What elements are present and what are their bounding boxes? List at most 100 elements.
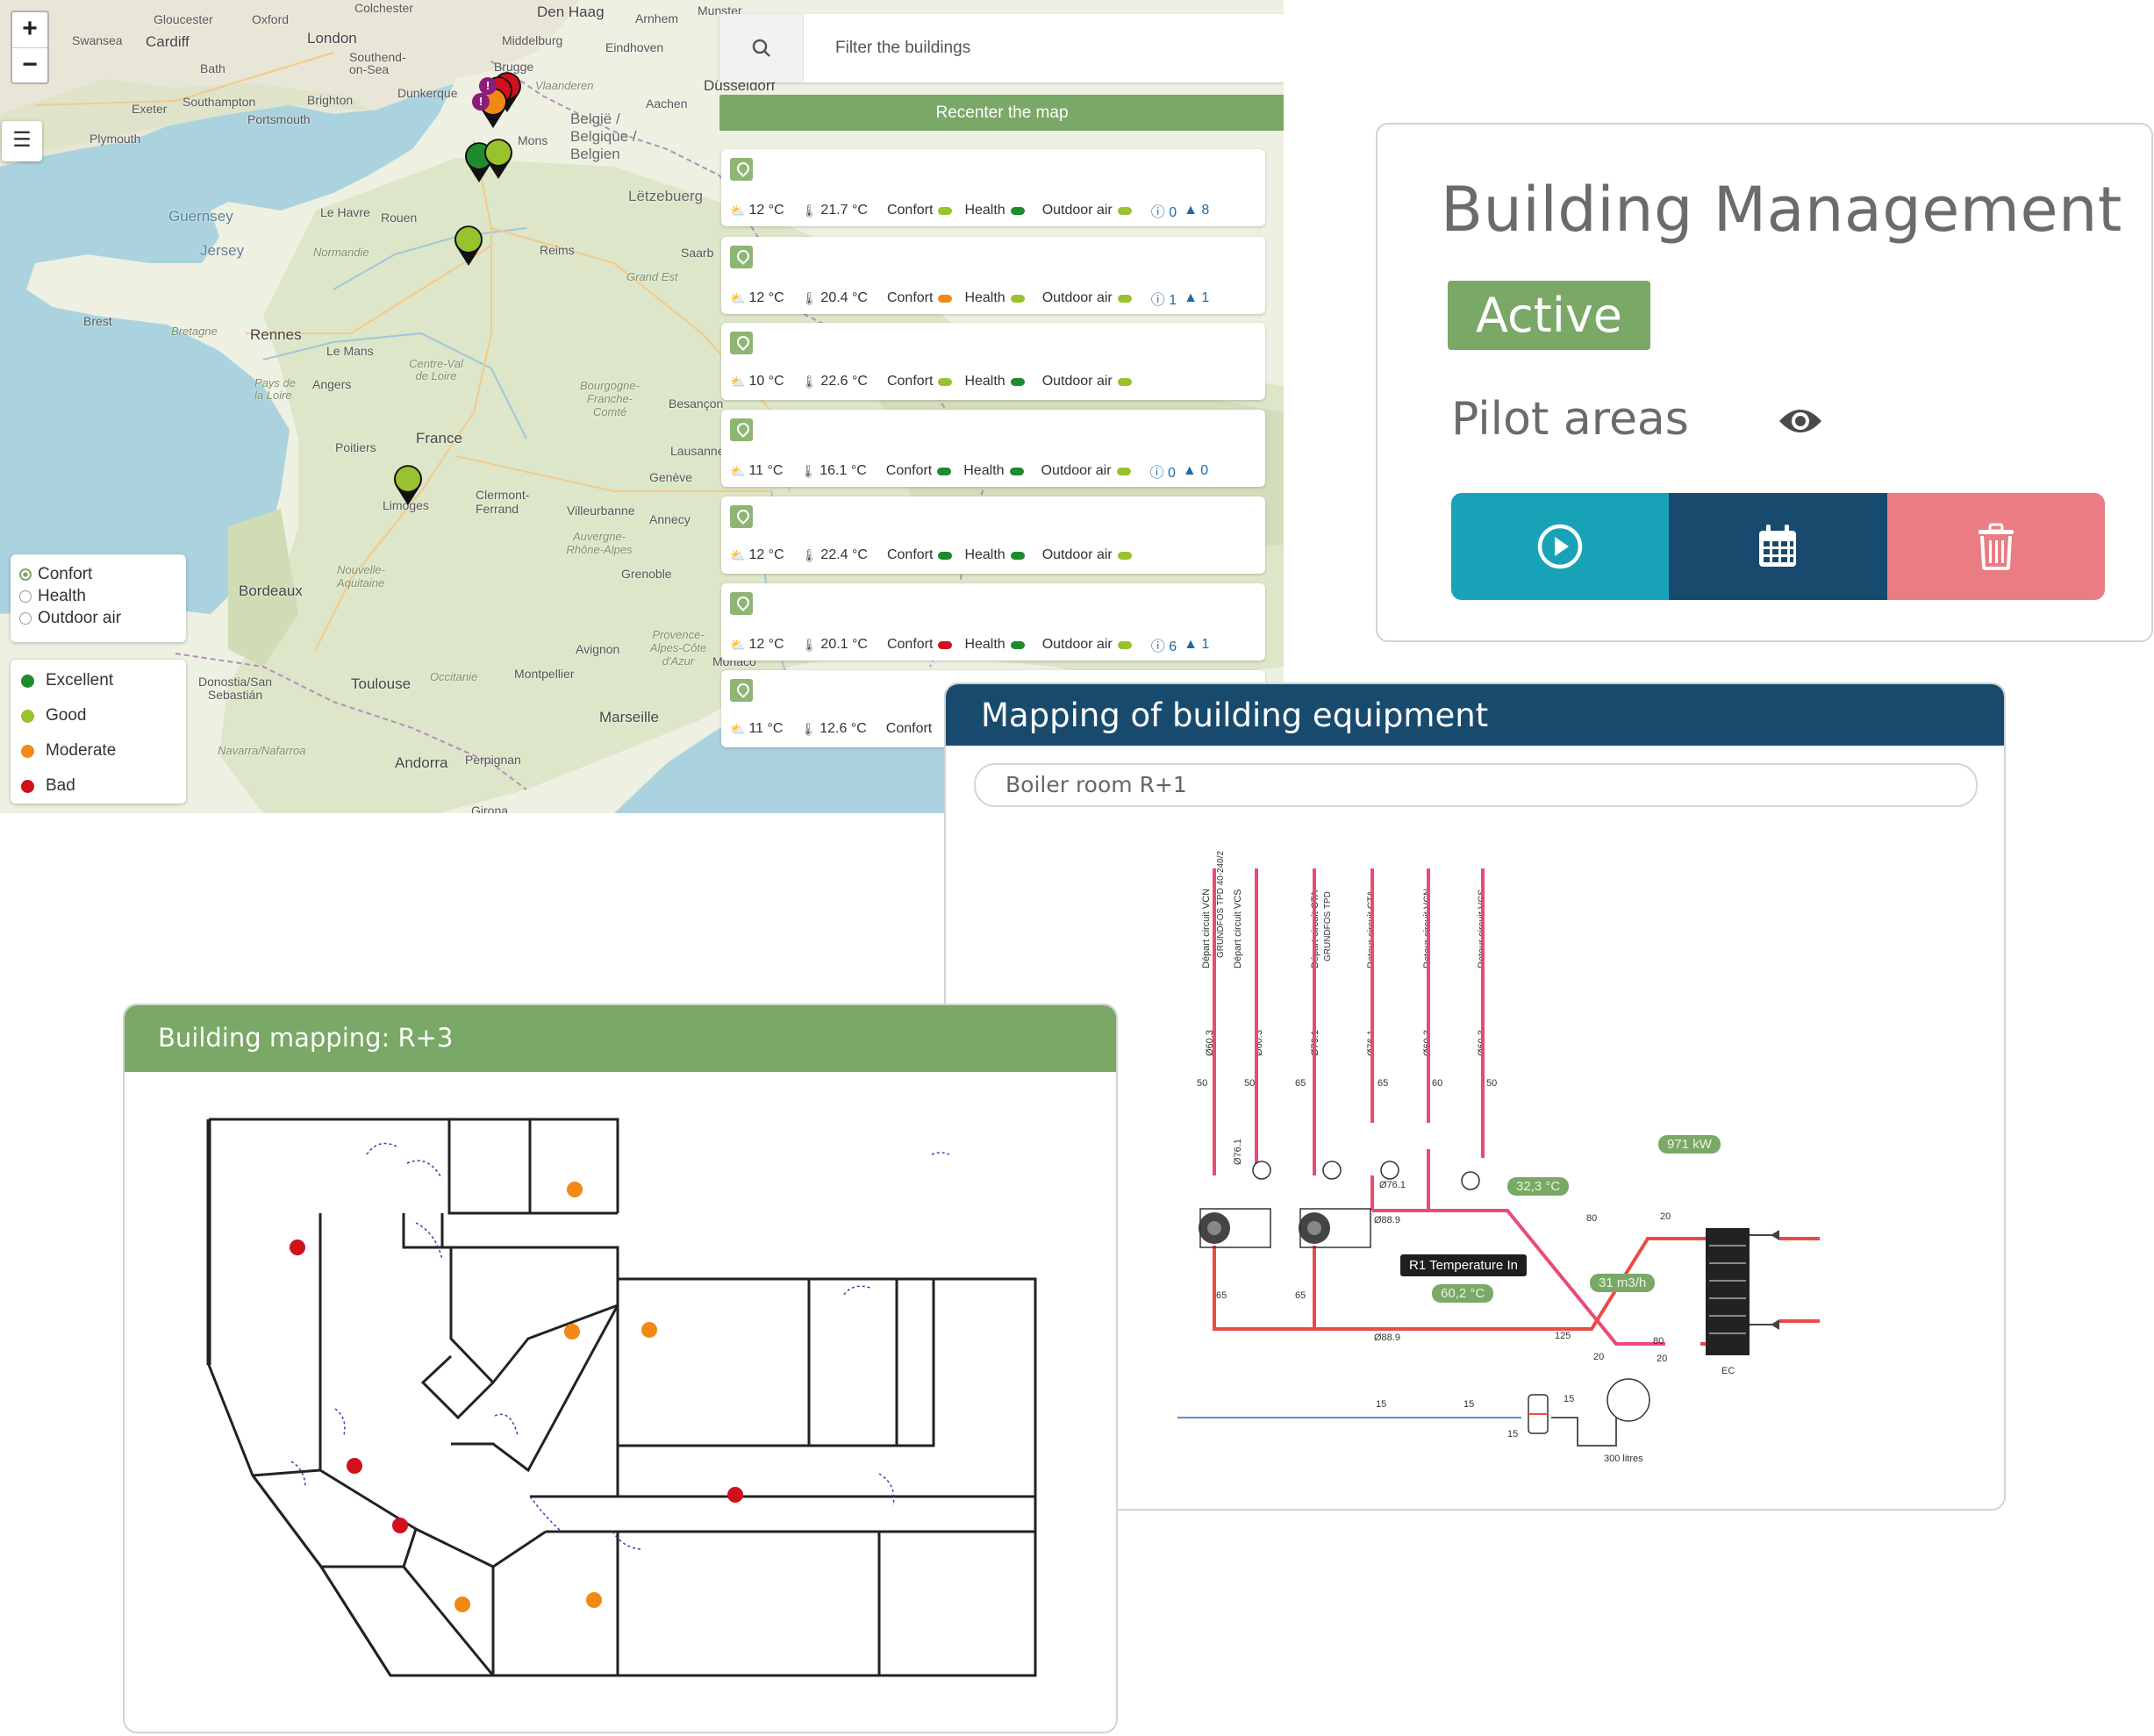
room-sensor-dot[interactable] bbox=[727, 1487, 743, 1503]
alert-marker-icon[interactable]: ! bbox=[472, 93, 490, 111]
map-label: Middelburg bbox=[502, 33, 563, 47]
warning-alert-icon[interactable]: ▲ 8 bbox=[1184, 203, 1209, 218]
delete-button[interactable] bbox=[1886, 493, 2105, 600]
map-label: Reims bbox=[540, 243, 575, 257]
pipe-label: GRUNDFOS TPD bbox=[1323, 891, 1333, 961]
location-pin-icon bbox=[730, 246, 753, 268]
search-input[interactable]: Filter the buildings bbox=[835, 39, 970, 58]
air-status-pill bbox=[1117, 206, 1132, 215]
building-filter[interactable]: Filter the buildings bbox=[719, 14, 1284, 82]
pipe-value: Ø76.1 bbox=[1379, 1180, 1406, 1190]
air-status-pill bbox=[1117, 377, 1132, 386]
building-card[interactable]: ⛅ 10 °C 🌡 22.6 °C Confort Health Outdoor air bbox=[721, 323, 1265, 400]
pipe-label: Départ circuit VCS bbox=[1233, 889, 1243, 968]
floor-plan-card: Building mapping: R+3 bbox=[123, 1004, 1118, 1733]
alert-marker-icon[interactable]: ! bbox=[479, 77, 497, 95]
building-card[interactable]: ⛅ 12 °C 🌡 22.4 °C Confort Health Outdoor air bbox=[721, 497, 1265, 574]
thermometer-icon: 🌡 bbox=[800, 463, 817, 478]
room-sensor-dot[interactable] bbox=[641, 1322, 657, 1338]
warning-alert-icon[interactable]: ▲ 1 bbox=[1184, 290, 1209, 306]
building-marker[interactable] bbox=[390, 461, 426, 507]
building-marker[interactable] bbox=[451, 222, 486, 268]
room-sensor-dot[interactable] bbox=[392, 1518, 408, 1533]
map-label: Bath bbox=[200, 61, 225, 75]
info-alert-icon[interactable]: ⓘ 1 bbox=[1151, 288, 1177, 309]
location-pin-icon bbox=[730, 418, 753, 441]
power-value: 971 kW bbox=[1658, 1135, 1721, 1154]
map-label: Swansea bbox=[72, 33, 123, 47]
map-label: Colchester bbox=[354, 1, 413, 15]
room-sensor-dot[interactable] bbox=[290, 1239, 305, 1255]
zoom-in-button[interactable]: + bbox=[12, 12, 47, 47]
weather-icon: ⛅ bbox=[730, 203, 746, 218]
warning-count: 0 bbox=[1200, 463, 1209, 478]
outdoor-temperature: 11 °C bbox=[748, 463, 784, 478]
search-icon[interactable] bbox=[719, 14, 804, 82]
outdoor-air-label: Outdoor air bbox=[1041, 637, 1113, 652]
info-alert-icon[interactable]: ⓘ 0 bbox=[1151, 200, 1177, 221]
temperature-value: 32,3 °C bbox=[1507, 1177, 1570, 1196]
building-metrics: ⛅ 12 °C 🌡 20.4 °C Confort Health Outdoor air ⓘ … bbox=[730, 288, 1209, 309]
eye-icon[interactable] bbox=[1778, 404, 1823, 439]
confort-label: Confort bbox=[886, 547, 934, 562]
recenter-map-button[interactable]: Recenter the map bbox=[719, 95, 1284, 131]
map-label: France bbox=[416, 430, 462, 447]
warning-alert-icon[interactable]: ▲ 1 bbox=[1184, 637, 1209, 653]
health-label: Health bbox=[964, 374, 1005, 389]
menu-icon[interactable]: ☰ bbox=[2, 121, 42, 161]
pipe-value: Ø76.1 bbox=[1233, 1139, 1243, 1165]
info-alert-icon[interactable]: ⓘ 6 bbox=[1151, 634, 1177, 655]
indoor-temperature: 20.4 °C bbox=[820, 290, 868, 305]
building-card[interactable]: ⛅ 12 °C 🌡 21.7 °C Confort Health Outdoor air ⓘ … bbox=[721, 149, 1265, 226]
confort-status-pill bbox=[937, 467, 952, 475]
warning-alert-icon[interactable]: ▲ 0 bbox=[1183, 463, 1208, 479]
map-label: Angers bbox=[312, 377, 352, 391]
info-count: 0 bbox=[1168, 466, 1176, 481]
layer-option-outdoor-air[interactable]: Outdoor air bbox=[19, 607, 186, 629]
room-sensor-dot[interactable] bbox=[454, 1597, 470, 1612]
pipe-value: 80 bbox=[1586, 1213, 1597, 1224]
room-sensor-dot[interactable] bbox=[347, 1458, 362, 1474]
building-management-card: Building Management Active Pilot areas bbox=[1376, 123, 2153, 642]
action-buttons bbox=[1451, 493, 2105, 600]
health-label: Health bbox=[963, 463, 1005, 478]
building-card[interactable]: ⛅ 12 °C 🌡 20.4 °C Confort Health Outdoor air ⓘ … bbox=[721, 237, 1265, 314]
map-label: Gloucester bbox=[154, 12, 213, 26]
layer-option-confort[interactable]: Confort bbox=[19, 563, 186, 585]
map-label: Brest bbox=[83, 314, 112, 328]
schedule-button[interactable] bbox=[1669, 493, 1887, 600]
map-label: Bretagne bbox=[171, 325, 218, 338]
layer-option-health[interactable]: Health bbox=[19, 585, 186, 607]
info-alert-icon[interactable]: ⓘ 0 bbox=[1150, 461, 1176, 482]
pipe-value: 50 bbox=[1486, 1078, 1497, 1089]
map-label: Saarb bbox=[681, 246, 714, 260]
outdoor-temperature: 12 °C bbox=[748, 290, 784, 305]
weather-icon: ⛅ bbox=[730, 290, 746, 305]
room-sensor-dot[interactable] bbox=[564, 1324, 580, 1340]
pipe-value: 15 bbox=[1507, 1429, 1518, 1440]
map-label: Le Mans bbox=[326, 344, 374, 358]
outdoor-temperature: 12 °C bbox=[748, 203, 784, 218]
map-label: Rouen bbox=[381, 211, 418, 225]
map-label: Centre-Val de Loire bbox=[409, 357, 463, 382]
zoom-out-button[interactable]: − bbox=[12, 47, 47, 82]
map-legend: Excellent Good Moderate Bad bbox=[11, 660, 186, 804]
building-card[interactable]: ⛅ 12 °C 🌡 20.1 °C Confort Health Outdoor air ⓘ … bbox=[721, 583, 1265, 661]
air-status-pill bbox=[1117, 640, 1132, 649]
building-card[interactable]: ⛅ 11 °C 🌡 16.1 °C Confort Health Outdoor air ⓘ … bbox=[721, 410, 1265, 487]
legend-item-bad: Bad bbox=[21, 768, 186, 804]
pipe-value: 20 bbox=[1593, 1352, 1604, 1362]
info-count: 6 bbox=[1169, 639, 1177, 654]
legend-dot bbox=[21, 779, 34, 793]
pipe-value: 50 bbox=[1197, 1078, 1207, 1089]
warning-count: 8 bbox=[1201, 203, 1210, 218]
room-sensor-dot[interactable] bbox=[586, 1592, 602, 1608]
play-button[interactable] bbox=[1451, 493, 1670, 600]
weather-icon: ⛅ bbox=[730, 637, 746, 652]
room-sensor-dot[interactable] bbox=[567, 1182, 583, 1197]
air-status-pill bbox=[1117, 551, 1132, 560]
indoor-temperature: 20.1 °C bbox=[820, 637, 868, 652]
building-marker[interactable] bbox=[481, 135, 516, 181]
map-label: Girona bbox=[471, 804, 509, 813]
pipe-value: 15 bbox=[1564, 1394, 1574, 1404]
